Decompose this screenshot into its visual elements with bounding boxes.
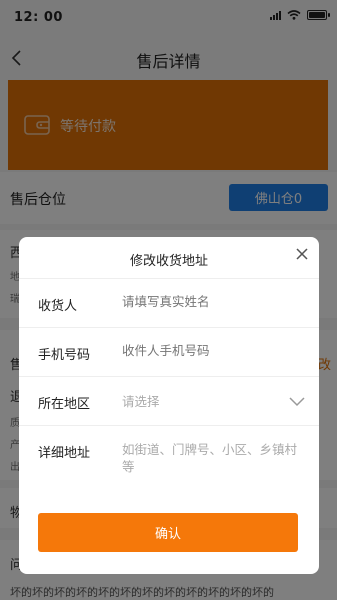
address-detail-input[interactable]: 如街道、门牌号、小区、乡镇村等 xyxy=(122,441,307,475)
chevron-down-icon[interactable] xyxy=(289,397,305,407)
phone-input[interactable] xyxy=(122,343,302,358)
receiver-name-input[interactable] xyxy=(122,294,302,309)
region-label: 所在地区 xyxy=(38,397,91,412)
phone-label: 手机号码 xyxy=(38,348,91,363)
edit-address-modal: 修改收货地址 收货人 手机号码 所在地区 请选择 详细地址 如街道、门牌号、小区… xyxy=(19,237,319,574)
receiver-label: 收货人 xyxy=(38,299,78,314)
form-row-receiver: 收货人 xyxy=(19,278,319,327)
confirm-button[interactable]: 确认 xyxy=(38,513,298,552)
address-label: 详细地址 xyxy=(38,446,91,461)
region-select[interactable]: 请选择 xyxy=(122,393,307,410)
form-row-address: 详细地址 如街道、门牌号、小区、乡镇村等 xyxy=(19,425,319,489)
close-icon[interactable] xyxy=(295,247,309,261)
form-row-region[interactable]: 所在地区 请选择 xyxy=(19,376,319,425)
form-row-phone: 手机号码 xyxy=(19,327,319,376)
modal-title: 修改收货地址 xyxy=(129,254,208,269)
